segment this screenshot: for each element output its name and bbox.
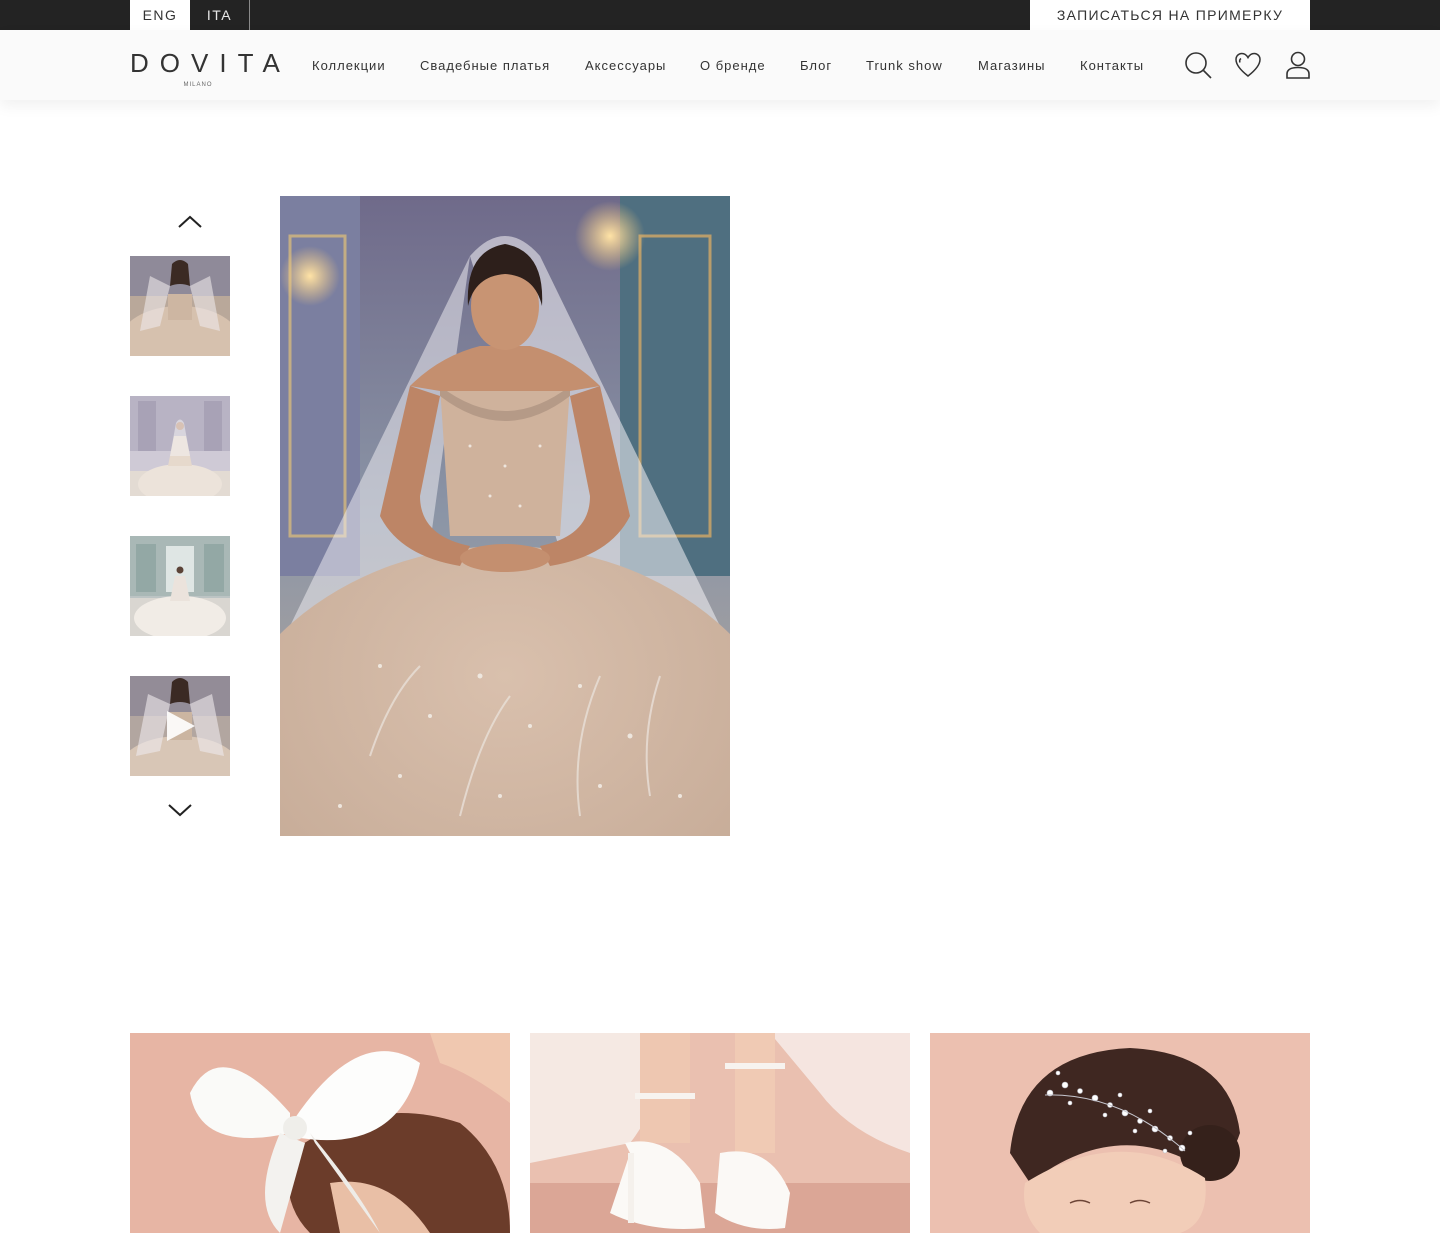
chevron-down-icon[interactable]: [165, 800, 195, 820]
nav-about-brand[interactable]: О бренде: [700, 58, 766, 74]
language-eng-button[interactable]: ENG: [130, 0, 190, 30]
hair-vine-photo: [930, 1033, 1310, 1233]
play-icon[interactable]: [165, 709, 197, 743]
chevron-up-icon[interactable]: [175, 212, 205, 232]
nav-blog[interactable]: Блог: [800, 58, 832, 74]
heart-icon[interactable]: [1233, 50, 1263, 80]
brand-logo[interactable]: DOVITA MILANO: [130, 48, 291, 93]
gallery-thumbnail[interactable]: [130, 396, 230, 496]
accessory-card[interactable]: [930, 1033, 1310, 1233]
language-ita-button[interactable]: ITA: [190, 0, 250, 30]
main-product-photo[interactable]: [280, 196, 730, 836]
nav-accessories[interactable]: Аксессуары: [585, 58, 666, 74]
dress-train-photo: [130, 536, 230, 636]
bow-hair-accessory-photo: [130, 1033, 510, 1233]
nav-contacts[interactable]: Контакты: [1080, 58, 1144, 74]
dress-closeup-photo: [130, 256, 230, 356]
nav-stores[interactable]: Магазины: [978, 58, 1046, 74]
book-fitting-button[interactable]: ЗАПИСАТЬСЯ НА ПРИМЕРКУ: [1030, 0, 1310, 30]
site-header: DOVITA MILANO Коллекции Свадебные платья…: [0, 30, 1440, 100]
dress-full-length-photo: [130, 396, 230, 496]
nav-collections[interactable]: Коллекции: [312, 58, 386, 74]
nav-trunk-show[interactable]: Trunk show: [866, 58, 943, 74]
search-icon[interactable]: [1183, 50, 1213, 80]
logo-wordmark: DOVITA: [130, 48, 291, 78]
top-bar: ENG ITA ЗАПИСАТЬСЯ НА ПРИМЕРКУ: [0, 0, 1440, 30]
logo-subtitle: MILANO: [183, 82, 213, 88]
nav-wedding-dresses[interactable]: Свадебные платья: [420, 58, 550, 74]
gallery-thumbnail-video[interactable]: [130, 676, 230, 776]
user-icon[interactable]: [1283, 50, 1313, 80]
accessory-card[interactable]: [530, 1033, 910, 1233]
gallery-thumbnail[interactable]: [130, 256, 230, 356]
gallery-thumbnail[interactable]: [130, 536, 230, 636]
accessory-card[interactable]: [130, 1033, 510, 1233]
bridal-shoes-photo: [530, 1033, 910, 1233]
bridal-gown-photo: [280, 196, 730, 836]
